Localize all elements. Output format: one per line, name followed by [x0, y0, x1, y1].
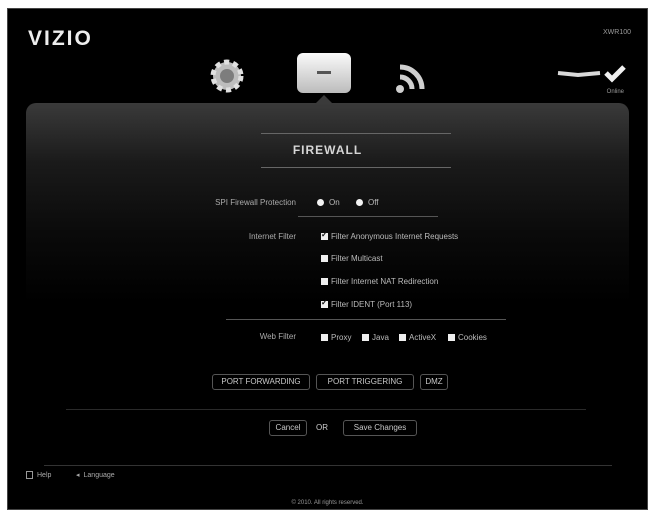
divider [261, 133, 451, 134]
language-label: Language [83, 471, 115, 479]
dmz-link[interactable]: DMZ [420, 374, 448, 390]
filter-ident-checkbox[interactable]: Filter IDENT (Port 113) [321, 298, 413, 309]
checkbox-label: Filter Internet NAT Redirection [331, 277, 439, 286]
divider [298, 216, 438, 217]
gear-icon[interactable] [206, 55, 248, 97]
divider [66, 409, 586, 410]
help-icon [26, 471, 33, 479]
checkbox-label: Filter Multicast [331, 254, 383, 263]
web-filter-label: Web Filter [259, 332, 296, 341]
checkbox-label: Cookies [458, 333, 487, 342]
checkbox-icon [321, 230, 328, 240]
spi-radio-on[interactable]: On [317, 198, 340, 207]
nav-pointer [316, 95, 332, 103]
cancel-button[interactable]: Cancel [269, 420, 307, 436]
divider [226, 319, 506, 320]
radio-label: Off [368, 198, 379, 207]
model-label: XWR100 [602, 29, 631, 36]
spi-radio-off[interactable]: Off [356, 198, 379, 207]
router-slot [317, 71, 331, 74]
status-indicator: Online [556, 59, 628, 97]
checkbox-label: ActiveX [409, 333, 437, 342]
cable-check-icon [557, 65, 626, 83]
wifi-icon[interactable] [392, 57, 432, 97]
web-filter-cookies-checkbox[interactable]: Cookies [448, 333, 487, 342]
checkbox-label: Filter Anonymous Internet Requests [331, 232, 459, 241]
port-triggering-link[interactable]: PORT TRIGGERING [316, 374, 414, 390]
internet-filter-label: Internet Filter [248, 232, 296, 241]
web-filter-proxy-checkbox[interactable]: Proxy [321, 333, 351, 342]
status-label: Online [606, 89, 624, 95]
save-changes-button[interactable]: Save Changes [343, 420, 417, 436]
or-text: OR [316, 423, 328, 432]
checkbox-icon [321, 334, 328, 341]
checkbox-icon [448, 334, 455, 341]
filter-anonymous-checkbox[interactable]: Filter Anonymous Internet Requests [321, 230, 459, 241]
spi-label: SPI Firewall Protection [215, 198, 296, 207]
brand-logo: VIZIO [28, 27, 93, 50]
filter-multicast-checkbox[interactable]: Filter Multicast [321, 254, 383, 263]
checkbox-icon [321, 298, 328, 308]
filter-nat-checkbox[interactable]: Filter Internet NAT Redirection [321, 277, 438, 286]
content-panel: FIREWALL SPI Firewall Protection On Off … [26, 103, 629, 463]
web-filter-activex-checkbox[interactable]: ActiveX [399, 333, 436, 342]
divider [44, 465, 612, 466]
radio-label: On [329, 198, 340, 207]
checkbox-label: Proxy [331, 333, 352, 342]
router-icon[interactable] [297, 53, 351, 93]
radio-icon [356, 199, 363, 206]
page-title: FIREWALL [292, 143, 363, 157]
checkbox-icon [321, 278, 328, 285]
globe-icon: ◂ [76, 472, 80, 479]
checkbox-icon [362, 334, 369, 341]
port-forwarding-link[interactable]: PORT FORWARDING [212, 374, 310, 390]
help-label: Help [37, 471, 52, 479]
help-link[interactable]: Help [26, 471, 51, 479]
checkbox-icon [321, 255, 328, 262]
checkbox-label: Filter IDENT (Port 113) [331, 300, 413, 309]
language-link[interactable]: ◂ Language [76, 471, 115, 480]
app-window: VIZIO XWR100 Online FIREWALL SPI Firewal… [7, 8, 648, 510]
checkbox-label: Java [372, 333, 389, 342]
web-filter-java-checkbox[interactable]: Java [362, 333, 389, 342]
radio-icon [317, 199, 324, 206]
divider [261, 167, 451, 168]
checkbox-icon [399, 334, 406, 341]
copyright-text: © 2010. All rights reserved. [291, 500, 364, 506]
